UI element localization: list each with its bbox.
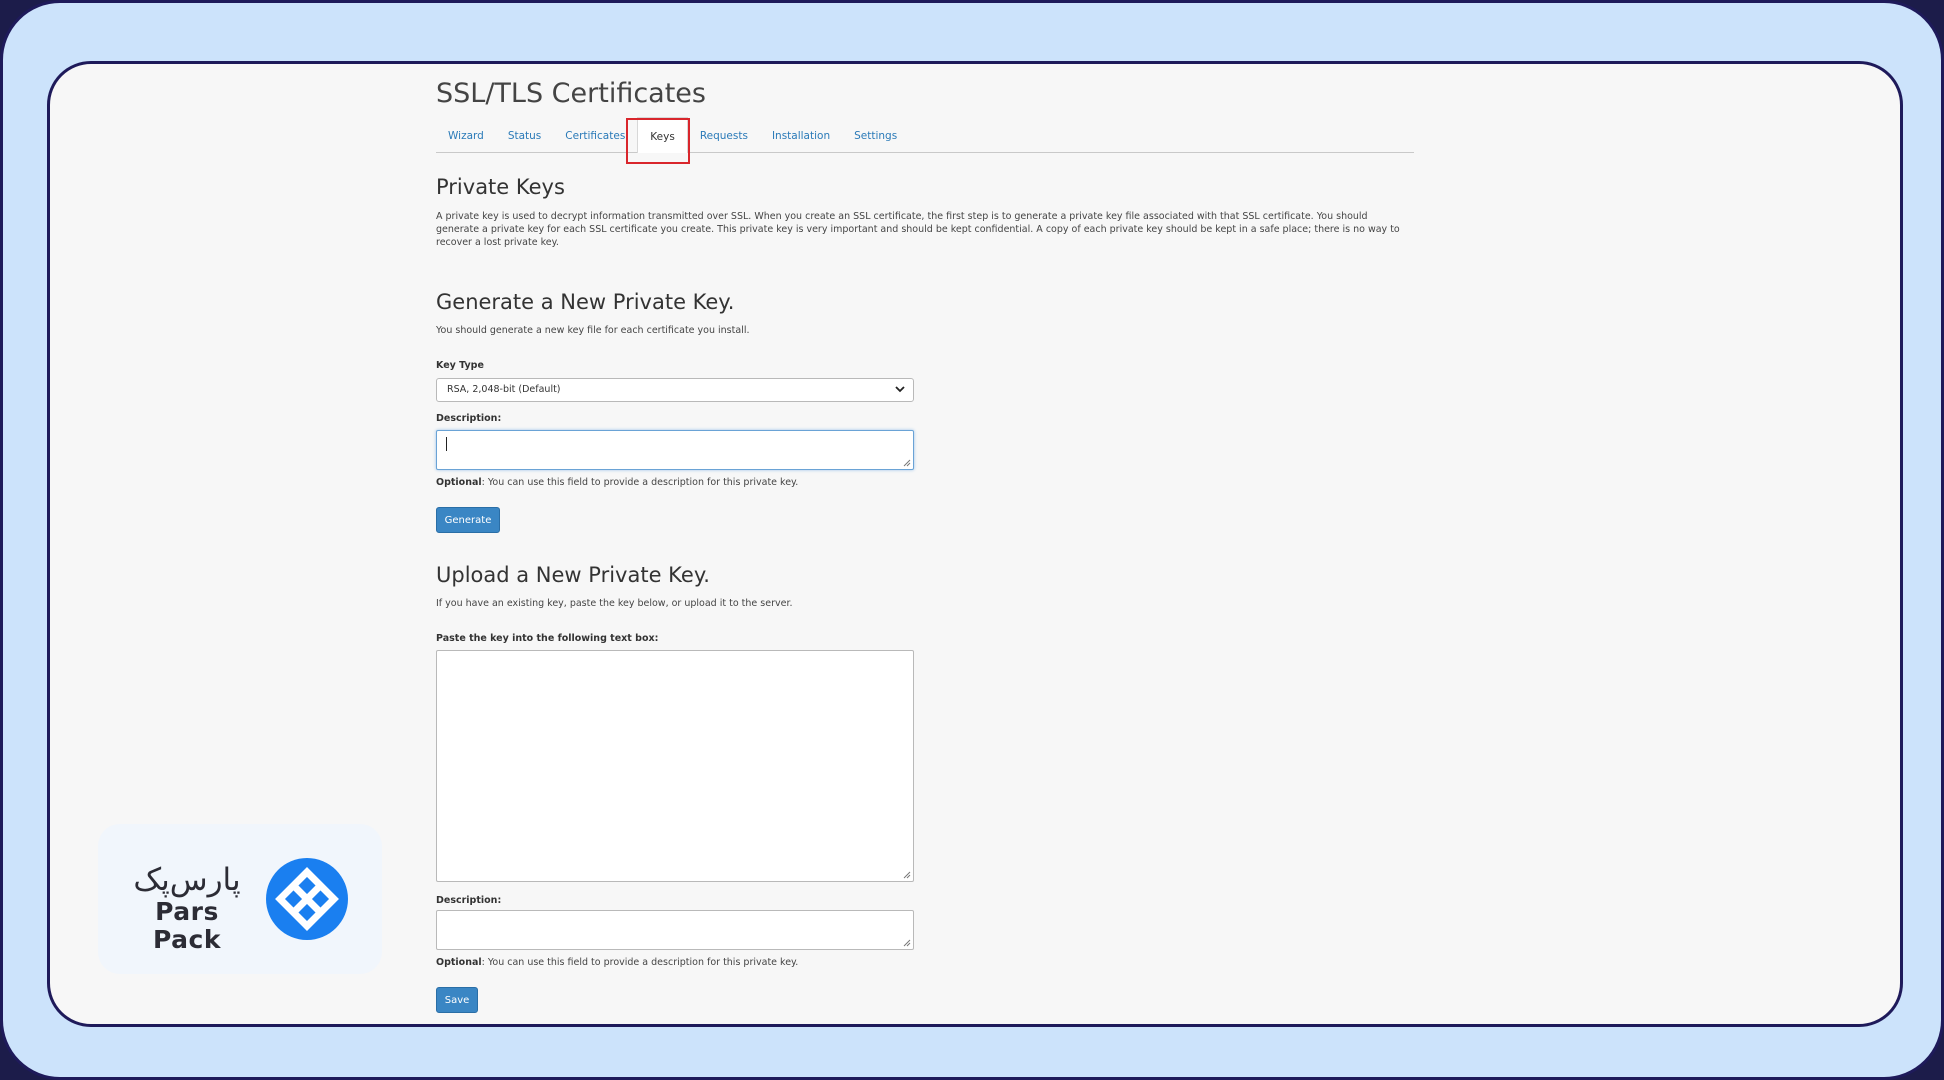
parspack-logo: پارس‌پک Pars Pack [98, 824, 382, 974]
page-title: SSL/TLS Certificates [436, 78, 706, 109]
logo-wordmark: پارس‌پک Pars Pack [122, 862, 252, 954]
save-button[interactable]: Save [436, 987, 478, 1013]
key-type-value: RSA, 2,048-bit (Default) [447, 384, 561, 395]
ssl-tls-page: SSL/TLS Certificates Wizard Status Certi… [436, 64, 1416, 1024]
resize-grip-icon[interactable] [903, 459, 911, 467]
upload-description-label: Description: [436, 895, 502, 906]
generate-subtext: You should generate a new key file for e… [436, 325, 750, 336]
resize-grip-icon[interactable] [903, 939, 911, 947]
outer-frame: SSL/TLS Certificates Wizard Status Certi… [0, 0, 1944, 1080]
logo-text-en: Pars Pack [153, 897, 221, 954]
tab-status[interactable]: Status [496, 117, 553, 152]
tab-keys[interactable]: Keys [637, 117, 688, 153]
generate-description-field[interactable] [436, 430, 914, 470]
parspack-diamond-icon [266, 858, 348, 940]
hint-text: : You can use this field to provide a de… [481, 477, 799, 488]
generate-heading: Generate a New Private Key. [436, 290, 735, 314]
hint-text: : You can use this field to provide a de… [481, 957, 799, 968]
tab-certificates[interactable]: Certificates [553, 117, 637, 152]
tab-installation[interactable]: Installation [760, 117, 842, 152]
upload-description-hint: Optional: You can use this field to prov… [436, 957, 798, 968]
key-type-label: Key Type [436, 360, 484, 371]
tab-settings[interactable]: Settings [842, 117, 909, 152]
upload-subtext: If you have an existing key, paste the k… [436, 598, 793, 609]
resize-grip-icon[interactable] [903, 871, 911, 879]
tab-wizard[interactable]: Wizard [436, 117, 496, 152]
paste-key-textarea[interactable] [436, 650, 914, 882]
chevron-down-icon [895, 386, 905, 393]
paste-key-label: Paste the key into the following text bo… [436, 633, 659, 644]
upload-description-field[interactable] [436, 910, 914, 950]
generate-description-hint: Optional: You can use this field to prov… [436, 477, 798, 488]
tab-requests[interactable]: Requests [688, 117, 760, 152]
optional-label: Optional [436, 477, 482, 488]
upload-heading: Upload a New Private Key. [436, 563, 710, 587]
generate-description-label: Description: [436, 413, 502, 424]
key-type-select[interactable]: RSA, 2,048-bit (Default) [436, 378, 914, 402]
text-caret [446, 437, 447, 451]
generate-button[interactable]: Generate [436, 507, 500, 533]
logo-text-fa: پارس‌پک [133, 862, 241, 898]
tab-bar: Wizard Status Certificates Keys Requests… [436, 117, 1414, 153]
optional-label: Optional [436, 957, 482, 968]
screen-frame: SSL/TLS Certificates Wizard Status Certi… [47, 61, 1903, 1027]
private-keys-heading: Private Keys [436, 175, 565, 199]
private-keys-description: A private key is used to decrypt informa… [436, 211, 1400, 248]
